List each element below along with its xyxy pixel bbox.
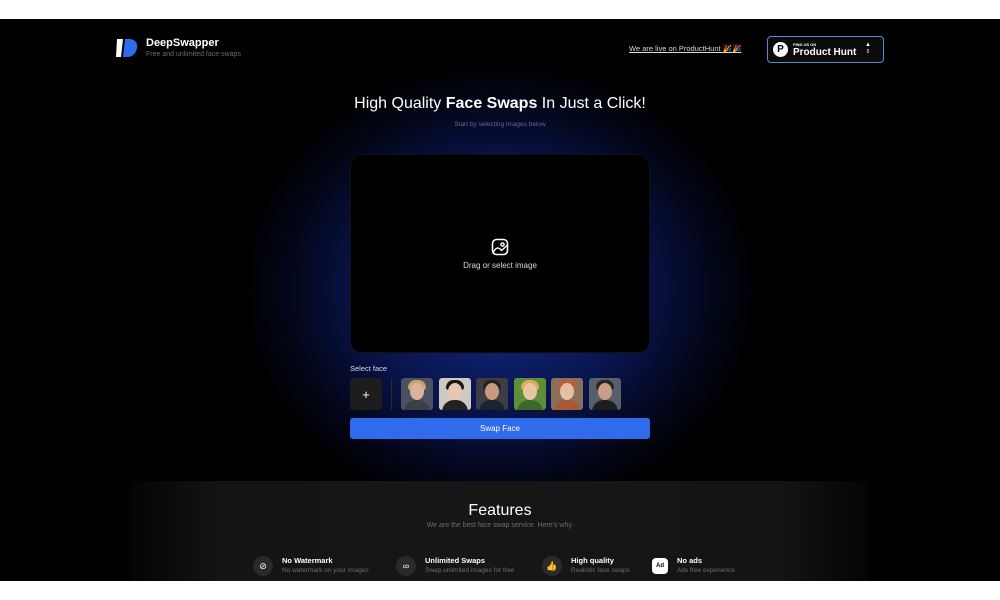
face-selector: +: [350, 378, 626, 410]
upvote-counter: ▲ 5: [865, 42, 871, 55]
no-symbol-icon: ⊘: [253, 556, 273, 576]
face-option[interactable]: [551, 378, 583, 410]
badge-title: Product Hunt: [793, 46, 857, 58]
thumbs-up-icon: 👍: [542, 556, 562, 576]
features-subtitle: We are the best face swap service. Here'…: [426, 522, 574, 529]
ad-icon: Ad: [652, 558, 668, 574]
face-option[interactable]: [513, 378, 546, 410]
dropzone-label: Drag or select image: [463, 260, 537, 270]
feature-high-quality: 👍 High quality Realistic face swaps: [542, 555, 630, 577]
face-option[interactable]: [476, 378, 508, 410]
upvote-count: 5: [866, 49, 870, 55]
face-option[interactable]: [401, 378, 433, 410]
deepswapper-logo-icon: [116, 37, 138, 59]
app-viewport: DeepSwapper Free and unlimited face swap…: [0, 19, 1000, 581]
producthunt-badge[interactable]: P FIND US ON Product Hunt ▲ 5: [767, 36, 884, 63]
features-title: Features: [468, 502, 532, 519]
producthunt-link[interactable]: We are live on ProductHunt 🎉🎉: [629, 44, 741, 53]
brand-name: DeepSwapper: [146, 37, 219, 49]
producthunt-icon: P: [773, 42, 788, 57]
feature-unlimited-swaps: ∞ Unlimited Swaps Swap unlimited images f…: [396, 555, 514, 577]
face-option[interactable]: [588, 378, 621, 410]
brand-logo[interactable]: DeepSwapper Free and unlimited face swap…: [116, 37, 241, 60]
image-icon: [491, 238, 509, 255]
feature-no-ads: Ad No ads Ads free experience: [652, 555, 735, 577]
swap-face-button[interactable]: Swap Face: [350, 418, 650, 439]
hero-subtitle: Start by selecting images below: [454, 121, 546, 128]
face-divider: [391, 378, 392, 410]
hero-title: High Quality Face Swaps In Just a Click!: [354, 95, 646, 112]
add-face-button[interactable]: +: [350, 378, 382, 410]
infinity-icon: ∞: [396, 556, 416, 576]
feature-no-watermark: ⊘ No Watermark No watermark on your image…: [253, 555, 369, 577]
select-face-label: Select face: [350, 364, 388, 373]
image-dropzone[interactable]: Drag or select image: [350, 154, 650, 353]
brand-tagline: Free and unlimited face swaps: [146, 51, 241, 58]
upvote-arrow-icon: ▲: [865, 42, 871, 48]
face-option[interactable]: [438, 378, 471, 410]
